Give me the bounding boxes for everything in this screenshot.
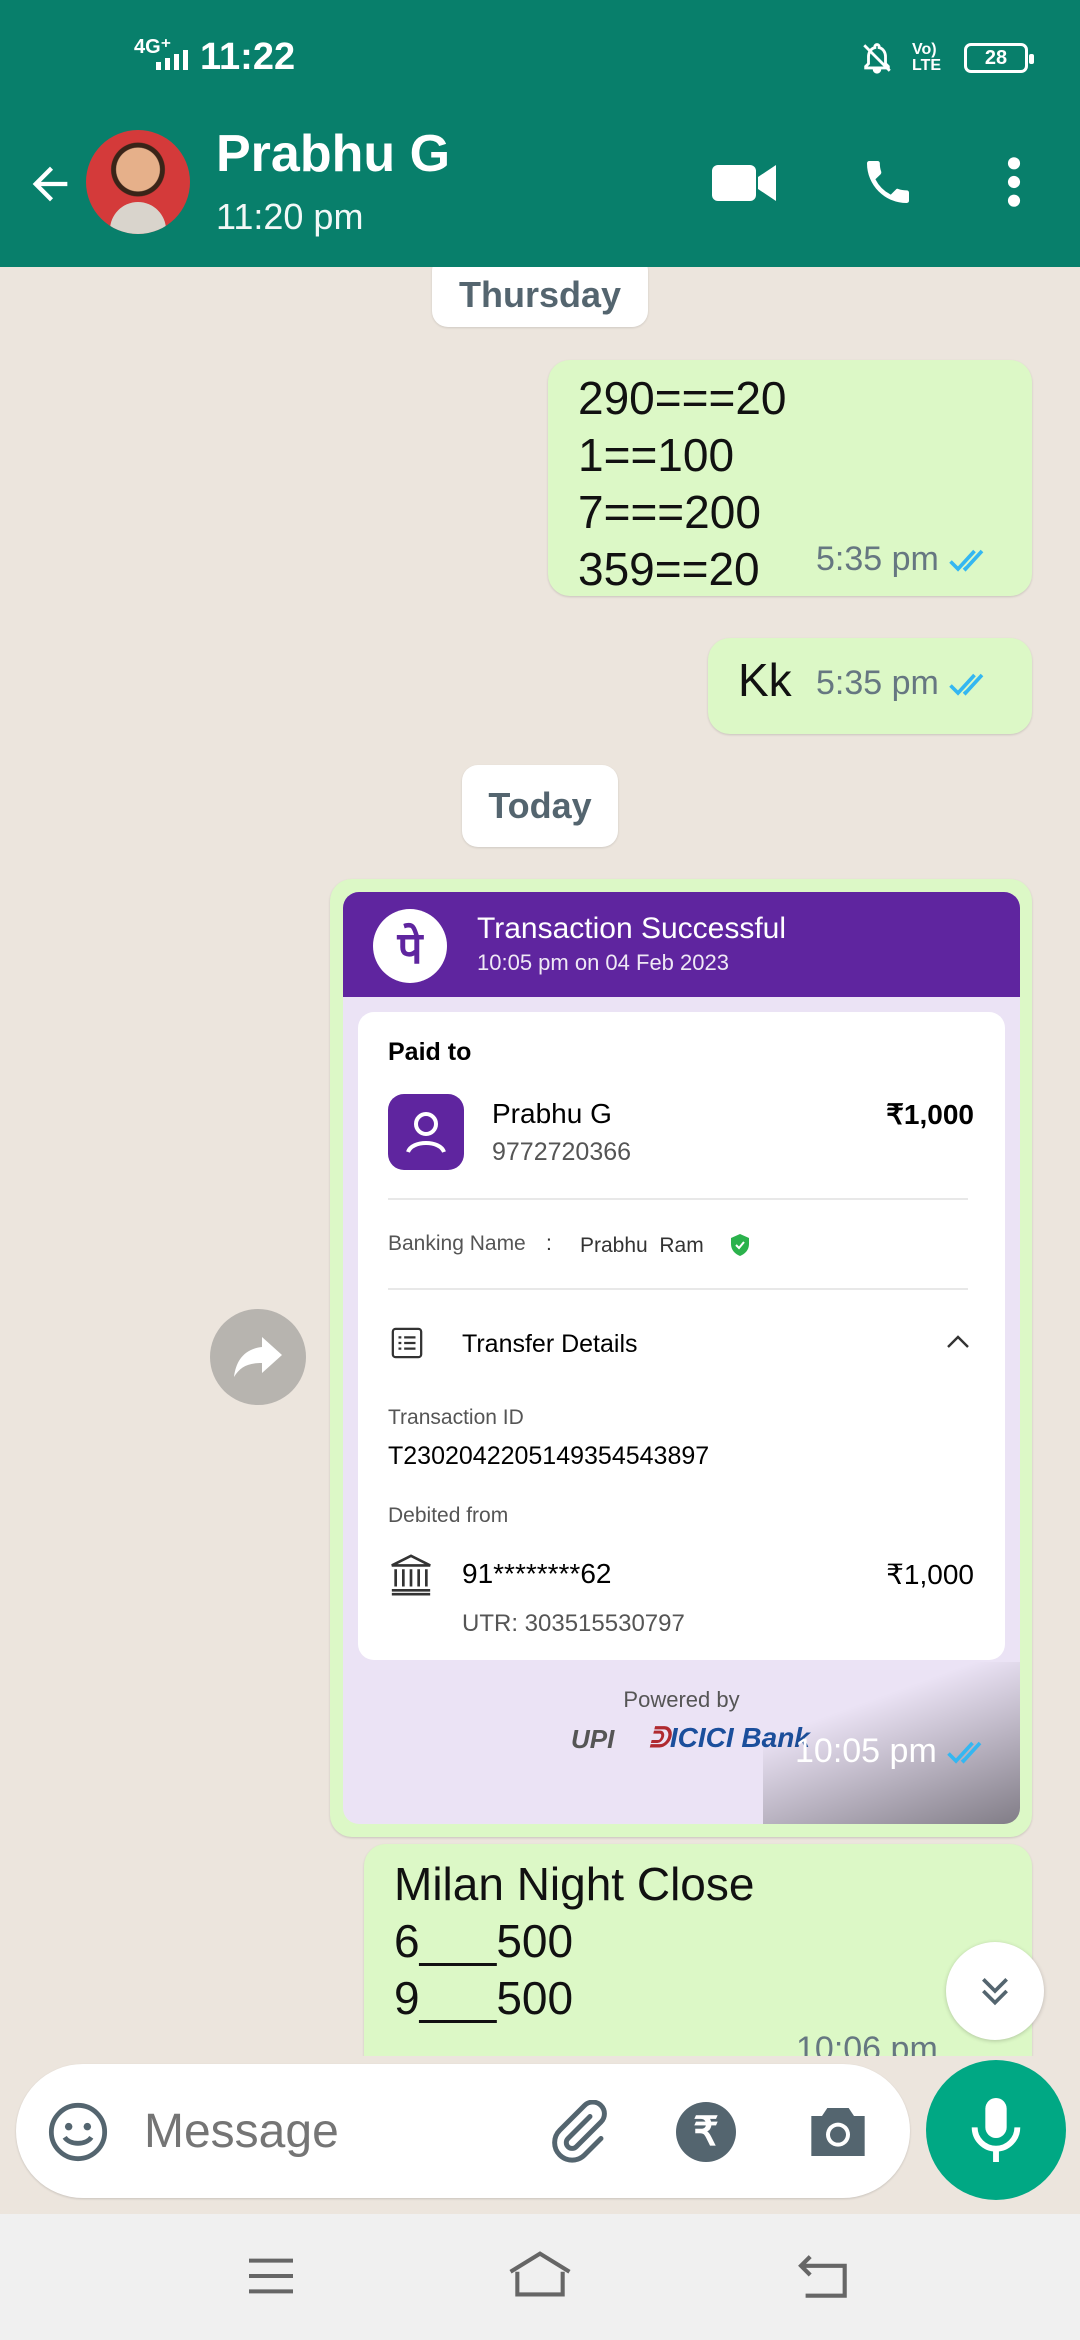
message-text: Milan Night Close 6___500 9___500 [394,1858,755,2024]
banking-name: Prabhu Ram [580,1234,704,1257]
message-time: 5:35 pm [816,664,939,702]
debited-account: 91********62 [462,1558,612,1589]
mic-icon [971,2098,1021,2162]
back-icon[interactable] [796,2252,852,2298]
transaction-status: Transaction Successful [477,912,787,945]
chat-area[interactable]: Thursday 290===20 1==100 7===200 359==20… [0,267,1080,2056]
message-bubble[interactable]: 290===20 1==100 7===200 359==20 5:35 pm [548,360,1032,596]
payee-phone: 9772720366 [492,1138,632,1166]
utr-number: UTR: 303515530797 [462,1610,685,1637]
forward-icon [234,1337,282,1377]
verified-shield-icon [731,1234,749,1256]
transaction-id-label: Transaction ID [388,1406,524,1429]
last-seen: 11:20 pm [216,196,364,237]
divider [388,1288,968,1290]
double-chevron-down-icon [982,1978,1008,2006]
rupee-icon[interactable]: ₹ [676,2102,736,2162]
message-time: 10:05 pm [795,1732,937,1770]
payment-amount: ₹1,000 [886,1099,974,1130]
system-nav-bar [0,2214,1080,2340]
double-tick-icon [949,549,984,572]
chat-header: 4G⁺ 11:22 Vo) LTE 28 Prabhu G 11:20 pm [0,0,1080,267]
message-composer[interactable]: ₹ [16,2064,910,2198]
card-header: पे Transaction Successful 10:05 pm on 04… [343,892,1020,997]
upi-logo: UPI [571,1724,615,1754]
chevron-up-icon[interactable] [946,1332,970,1352]
signal-icon [156,50,188,70]
date-chip: Thursday [432,267,648,327]
arrow-left-icon[interactable] [24,158,76,210]
message-meta: 5:35 pm [816,664,997,703]
message-input[interactable] [144,2094,524,2168]
forward-button[interactable] [210,1309,306,1405]
payment-card[interactable]: पे Transaction Successful 10:05 pm on 04… [343,892,1020,1824]
double-tick-icon [946,1741,982,1764]
bell-off-icon [863,43,891,74]
bank-icon [391,1554,431,1596]
divider [388,1198,968,1200]
date-chip: Today [462,765,618,847]
avatar[interactable] [86,130,190,234]
camera-icon[interactable] [806,2102,870,2162]
status-right: Vo) LTE 28 [860,40,1034,76]
home-icon[interactable] [506,2248,574,2300]
contact-name[interactable]: Prabhu G [216,124,450,184]
message-bubble[interactable]: Kk 5:35 pm [708,638,1032,734]
paperclip-icon[interactable] [546,2100,612,2166]
message-text: 290===20 1==100 7===200 359==20 [578,372,787,595]
transaction-id: T2302042205149354543897 [388,1442,710,1470]
card-details: Paid to Prabhu G 9772720366 ₹1,000 Banki… [358,1012,1005,1660]
scroll-down-button[interactable] [946,1942,1044,2040]
phonepe-logo-icon: पे [373,909,447,983]
transfer-details-label[interactable]: Transfer Details [462,1330,638,1359]
debit-amount: ₹1,000 [886,1559,974,1590]
phone-icon[interactable] [860,154,916,210]
message-meta: 10:06 pm [796,2030,938,2056]
menu-icon[interactable] [244,2254,298,2298]
payee-name: Prabhu G [492,1098,612,1129]
transaction-datetime: 10:05 pm on 04 Feb 2023 [477,950,729,975]
video-camera-icon[interactable] [712,160,776,206]
message-bubble[interactable]: Milan Night Close 6___500 9___500 10:06 … [364,1844,1032,2056]
paid-to-label: Paid to [388,1038,472,1066]
status-time: 11:22 [200,36,296,78]
debited-from-label: Debited from [388,1504,509,1527]
message-time: 10:06 pm [796,2030,938,2056]
emoji-icon[interactable] [46,2100,110,2164]
banking-name-label: Banking Name [388,1232,526,1255]
message-meta: 5:35 pm [816,540,997,579]
payee-avatar-icon [388,1094,464,1170]
volte-icon: Vo) LTE [912,41,942,74]
message-meta: 10:05 pm [795,1732,995,1771]
battery-icon: 28 [964,43,1034,73]
message-text: Kk [738,654,792,706]
mic-button[interactable] [926,2060,1066,2200]
message-time: 5:35 pm [816,540,939,578]
list-receipt-icon [391,1327,423,1359]
separator: : [546,1232,552,1255]
double-tick-icon [949,673,984,696]
more-vert-icon[interactable] [1000,154,1028,210]
